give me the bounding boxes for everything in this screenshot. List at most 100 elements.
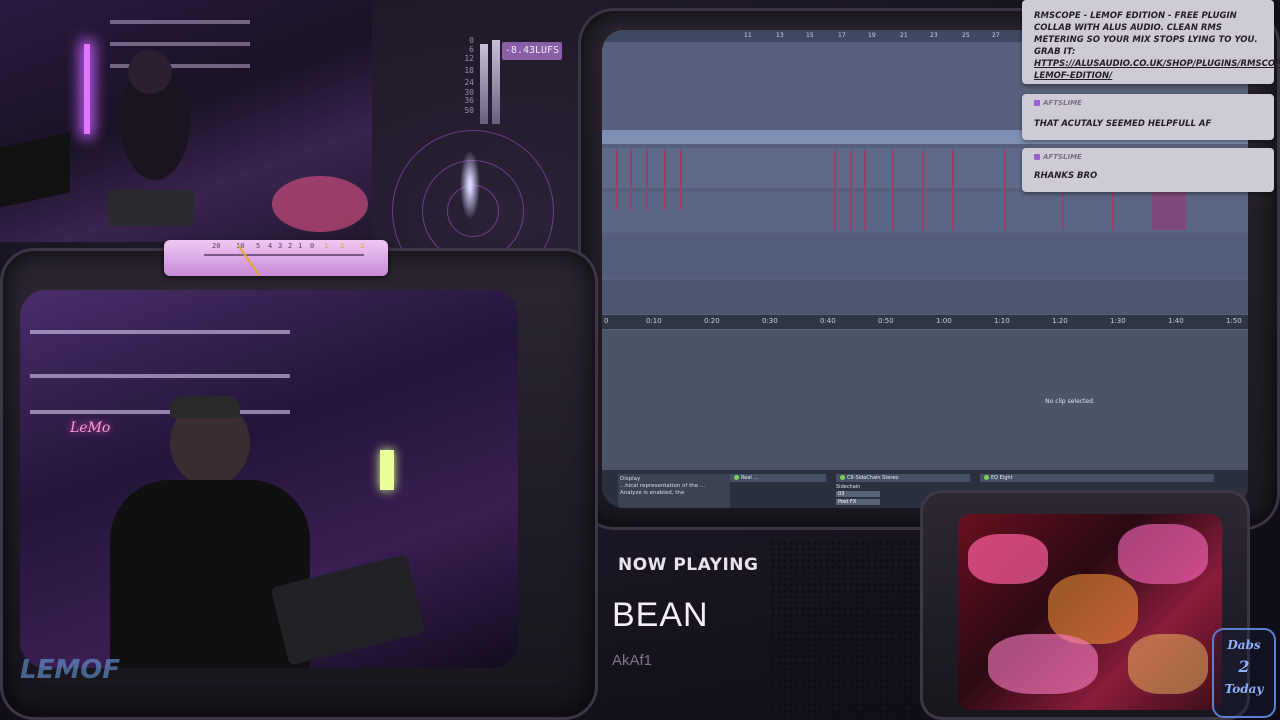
shelf: [30, 410, 290, 414]
chat-link[interactable]: HTTPS://ALUSAUDIO.CO.UK/SHOP/PLUGINS/RMS…: [1034, 59, 1280, 81]
device-on-icon[interactable]: [734, 475, 739, 480]
clip-detail-view[interactable]: [602, 330, 1248, 470]
light-tube: [380, 450, 394, 490]
track-lane[interactable]: [602, 280, 1248, 314]
meter-tick: 18: [464, 66, 474, 75]
meter-tick: 6: [469, 45, 474, 54]
time-label: 0:10: [646, 317, 662, 325]
bar-number: 25: [962, 32, 970, 39]
heat-spot: [968, 534, 1048, 584]
shelf: [30, 374, 290, 378]
clip-block: [1152, 190, 1186, 230]
vu-tick: 4: [268, 242, 273, 250]
heat-spot: [1118, 524, 1208, 584]
device-header[interactable]: C6-SideChain Stereo: [836, 474, 970, 482]
clip-marker: [646, 150, 648, 210]
shelf: [110, 20, 250, 24]
vu-tick: 3: [360, 242, 365, 250]
logo-line: Dabs: [1227, 638, 1261, 652]
time-label: 0: [604, 317, 609, 325]
chat-message: AFTSLIME THAT ACUTALY SEEMED HELPFULL AF: [1022, 94, 1274, 140]
now-playing-label: NOW PLAYING: [618, 555, 759, 575]
bar-number: 17: [838, 32, 846, 39]
time-label: 0:40: [820, 317, 836, 325]
time-label: 1:00: [936, 317, 952, 325]
vu-tick: 1: [298, 242, 303, 250]
info-title: Display: [620, 476, 641, 482]
post-fx-select[interactable]: Post FX: [836, 499, 880, 505]
stereo-scope: [382, 130, 562, 260]
clip-marker: [1004, 150, 1006, 230]
person-head: [128, 50, 172, 94]
bar-number: 11: [744, 32, 752, 39]
neon-light: [84, 44, 90, 134]
chat-message-text: RMSCOPE - LEMOF EDITION - FREE PLUGIN CO…: [1034, 10, 1280, 82]
bar-number: 21: [900, 32, 908, 39]
clip-marker: [834, 150, 836, 230]
colorful-object: [272, 176, 368, 232]
scope-trace: [460, 150, 480, 220]
chat-username: AFTSLIME: [1034, 99, 1082, 107]
cap: [170, 396, 240, 418]
time-label: 0:20: [704, 317, 720, 325]
dabs-2-today-logo: Dabs 2 Today: [1212, 628, 1276, 718]
user-badge-icon: [1034, 154, 1040, 160]
bar-number: 15: [806, 32, 814, 39]
lemof-logo: LEMOF: [20, 655, 121, 685]
time-label: 1:10: [994, 317, 1010, 325]
neon-sign: LeMo: [70, 420, 111, 436]
meter-bar-right: [492, 40, 500, 124]
vu-tick: 1: [324, 242, 329, 250]
meter-tick: 0: [469, 36, 474, 45]
vu-tick: 5: [256, 242, 261, 250]
chat-message-text: RHANKS BRO: [1034, 171, 1098, 181]
vu-tick: 3: [278, 242, 283, 250]
time-label: 0:50: [878, 317, 894, 325]
meter-tick: 12: [464, 54, 474, 63]
time-ruler[interactable]: 0 0:10 0:20 0:30 0:40 0:50 1:00 1:10 1:2…: [602, 315, 1248, 329]
chat-message: RMSCOPE - LEMOF EDITION - FREE PLUGIN CO…: [1022, 0, 1280, 84]
keyboard: [0, 132, 70, 208]
time-label: 1:40: [1168, 317, 1184, 325]
device-name: EQ Eight: [991, 475, 1013, 481]
time-label: 1:30: [1110, 317, 1126, 325]
device-on-icon[interactable]: [840, 475, 845, 480]
clip-marker: [616, 150, 618, 210]
speaker-grille: [770, 540, 920, 720]
logo-line: Today: [1224, 682, 1264, 696]
time-label: 1:20: [1052, 317, 1068, 325]
clip-marker: [922, 150, 924, 230]
chat-username-text: AFTSLIME: [1043, 99, 1082, 107]
vu-tick: 0: [310, 242, 315, 250]
user-badge-icon: [1034, 100, 1040, 106]
info-panel: Display ...hical representation of the .…: [618, 474, 730, 508]
chat-username: AFTSLIME: [1034, 153, 1082, 161]
person-torso: [110, 480, 310, 668]
device-header[interactable]: EQ Eight: [980, 474, 1214, 482]
lufs-readout: -8.43LUFS: [502, 42, 562, 60]
clip-marker: [864, 150, 866, 230]
time-label: 1:50: [1226, 317, 1242, 325]
meter-bar-left: [480, 44, 488, 124]
clip-marker: [680, 150, 682, 210]
heat-spot: [1128, 634, 1208, 694]
bar-number: 27: [992, 32, 1000, 39]
bar-number: 19: [868, 32, 876, 39]
vu-tick: 2: [340, 242, 345, 250]
sidechain-label: Sidechain: [836, 484, 861, 490]
chat-message-text: THAT ACUTALY SEEMED HELPFULL AF: [1034, 119, 1212, 129]
device-header[interactable]: Real ...: [730, 474, 826, 482]
meter-tick: 36: [464, 96, 474, 105]
bar-number: 23: [930, 32, 938, 39]
meter-tick: 50: [464, 106, 474, 115]
clip-marker: [664, 150, 666, 210]
track-lane[interactable]: [602, 236, 1248, 276]
vu-scale-line: [204, 254, 364, 256]
clip-marker: [850, 150, 852, 230]
shelf: [110, 42, 250, 46]
vu-tick: 20: [212, 242, 221, 250]
clip-marker: [892, 150, 894, 230]
sidechain-select[interactable]: 03: [836, 491, 880, 497]
device-name: C6-SideChain Stereo: [847, 475, 899, 481]
device-on-icon[interactable]: [984, 475, 989, 480]
